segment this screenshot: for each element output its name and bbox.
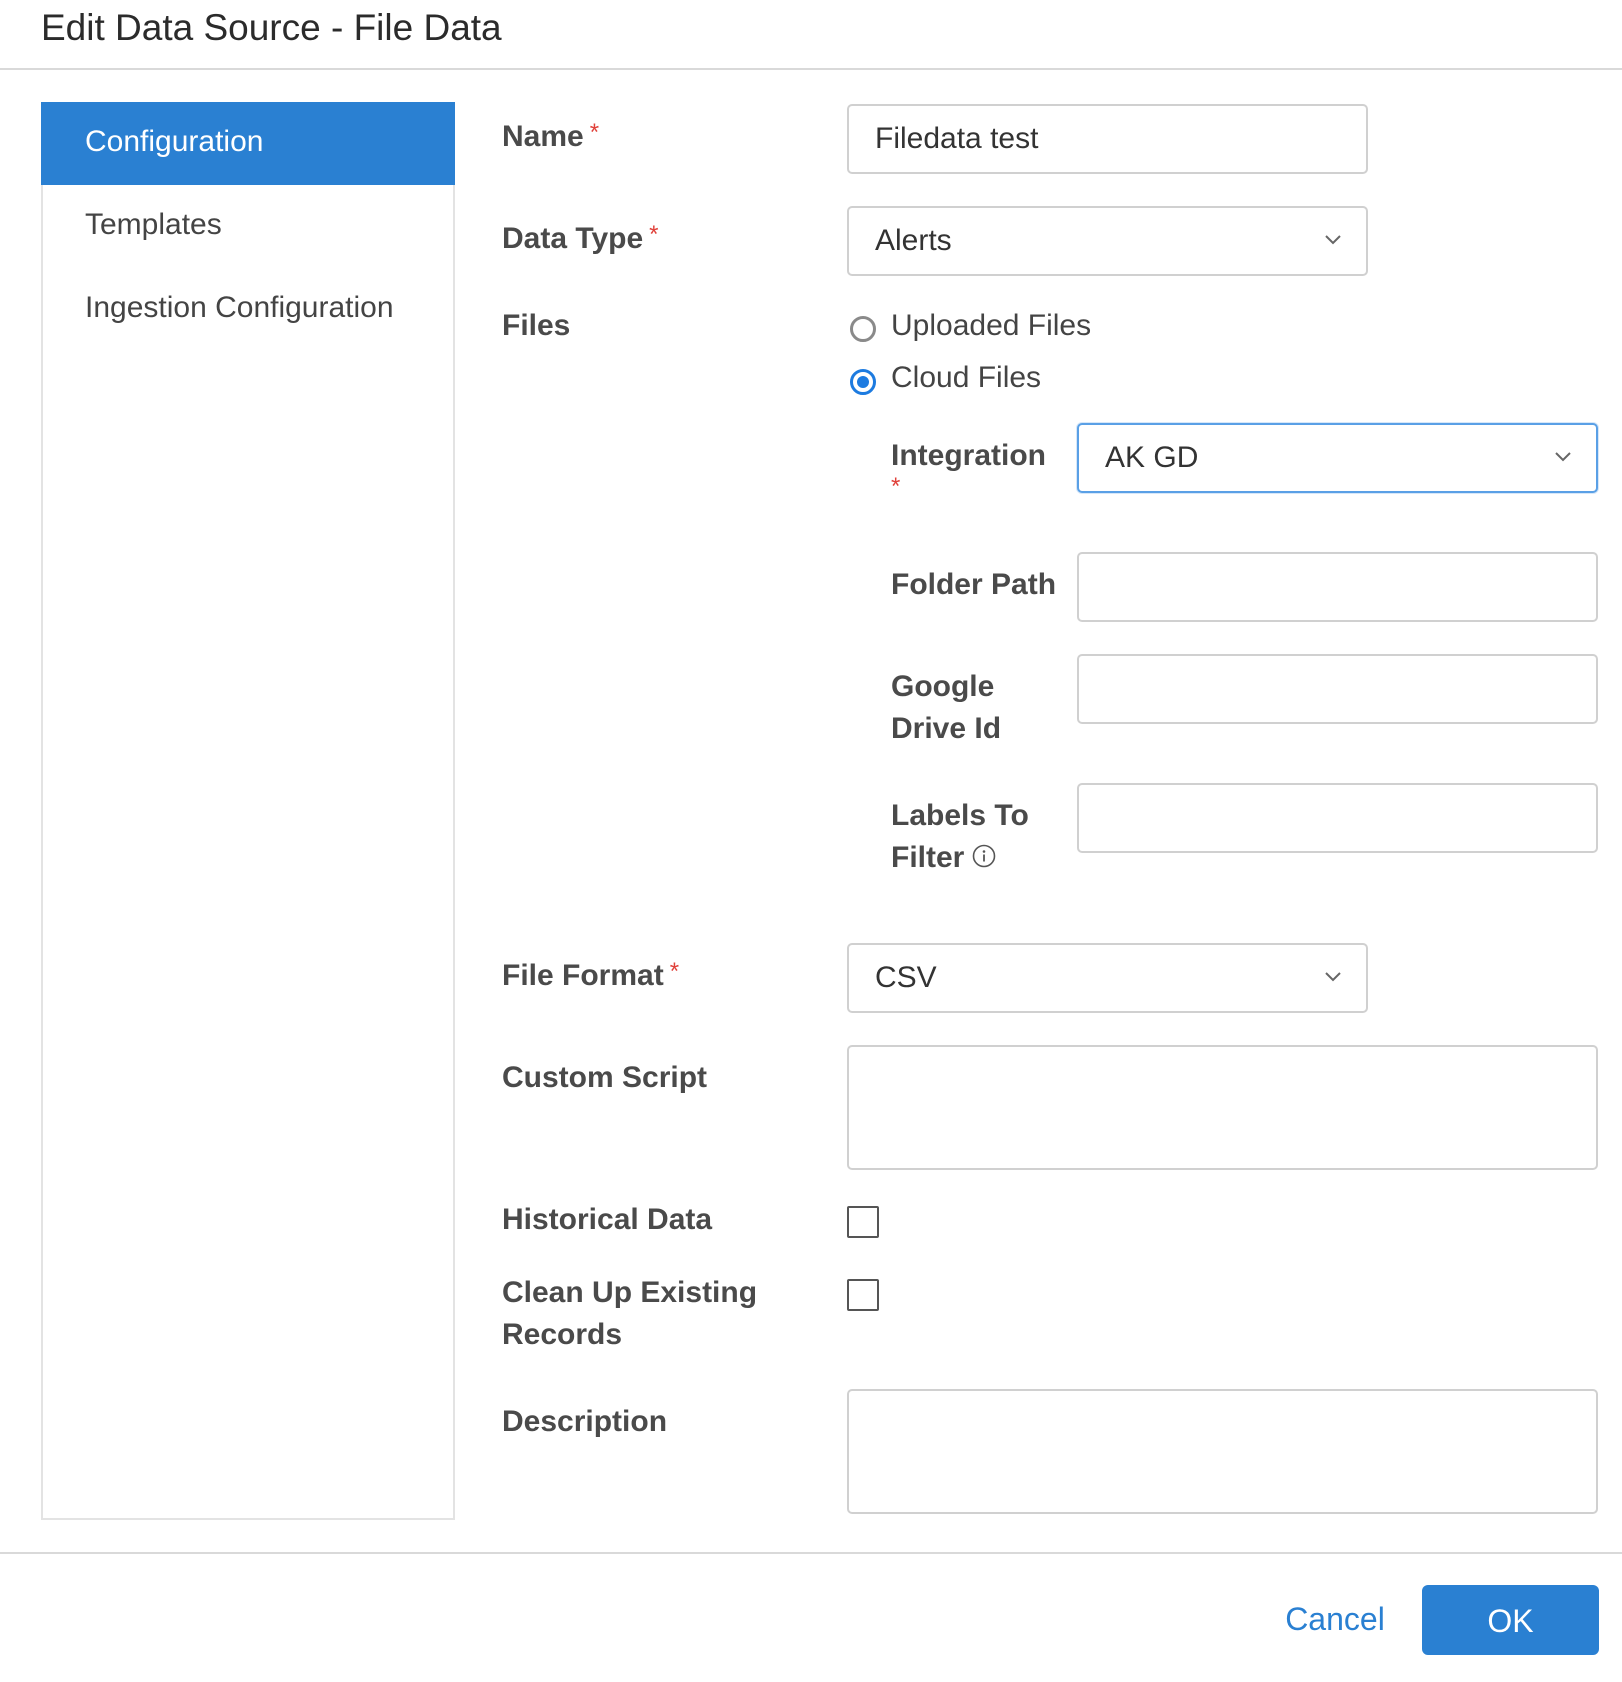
- folder-path-label: Folder Path: [891, 568, 1057, 601]
- uploaded-files-label[interactable]: Uploaded Files: [891, 306, 1091, 346]
- folder-path-input[interactable]: [1077, 552, 1598, 622]
- name-input[interactable]: [847, 104, 1368, 174]
- sidebar-nav: Configuration Templates Ingestion Config…: [41, 102, 455, 1520]
- cloud-files-label[interactable]: Cloud Files: [891, 358, 1041, 398]
- info-icon[interactable]: [972, 844, 996, 868]
- chevron-down-icon: [1325, 972, 1341, 982]
- name-label: Name *: [502, 119, 600, 153]
- description-label: Description: [502, 1405, 668, 1438]
- clean-up-existing-records-checkbox[interactable]: [847, 1279, 879, 1311]
- data-type-value: Alerts: [875, 224, 952, 257]
- cancel-button[interactable]: Cancel: [1270, 1585, 1400, 1651]
- google-drive-id-input[interactable]: [1077, 654, 1598, 724]
- files-label: Files: [502, 309, 571, 342]
- description-textarea[interactable]: [847, 1389, 1598, 1514]
- integration-value: AK GD: [1105, 441, 1199, 474]
- uploaded-files-radio[interactable]: [850, 316, 876, 342]
- required-marker: *: [589, 119, 600, 146]
- historical-data-checkbox[interactable]: [847, 1206, 879, 1238]
- historical-data-label: Historical Data: [502, 1203, 713, 1236]
- cloud-files-radio[interactable]: [850, 369, 876, 395]
- custom-script-textarea[interactable]: [847, 1045, 1598, 1170]
- data-type-select[interactable]: Alerts: [847, 206, 1368, 276]
- labels-to-filter-input[interactable]: [1077, 783, 1598, 853]
- file-format-select[interactable]: CSV: [847, 943, 1368, 1013]
- ok-button[interactable]: OK: [1422, 1585, 1599, 1655]
- integration-label: Integration *: [891, 439, 1046, 500]
- required-marker: *: [649, 221, 659, 248]
- footer-divider: [0, 1552, 1622, 1554]
- sidebar-item-templates[interactable]: Templates: [43, 185, 453, 268]
- sidebar-item-configuration[interactable]: Configuration: [41, 102, 455, 185]
- chevron-down-icon: [1555, 452, 1571, 462]
- chevron-down-icon: [1325, 235, 1341, 245]
- header-divider: [0, 68, 1622, 70]
- required-marker: *: [891, 473, 901, 500]
- data-type-label: Data Type *: [502, 221, 659, 255]
- clean-up-existing-records-label: Clean Up Existing Records: [502, 1276, 758, 1351]
- required-marker: *: [669, 958, 680, 985]
- dialog-title: Edit Data Source - File Data: [41, 7, 502, 48]
- labels-to-filter-label: Labels To Filter: [891, 799, 1029, 874]
- file-format-value: CSV: [875, 961, 937, 994]
- google-drive-id-label: Google Drive Id: [891, 670, 1002, 745]
- custom-script-label: Custom Script: [502, 1061, 708, 1094]
- integration-select[interactable]: AK GD: [1077, 423, 1598, 493]
- sidebar-item-ingestion-configuration[interactable]: Ingestion Configuration: [43, 268, 453, 351]
- file-format-label: File Format *: [502, 958, 680, 992]
